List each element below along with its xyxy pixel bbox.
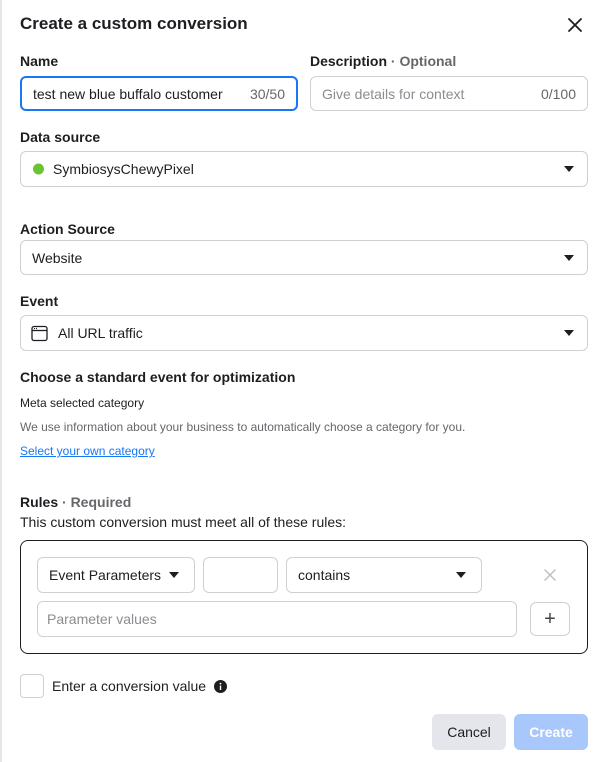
- parameter-values-input[interactable]: Parameter values: [37, 601, 517, 637]
- category-label: Meta selected category: [20, 396, 145, 410]
- parameter-key-input[interactable]: [203, 557, 278, 593]
- rules-description: This custom conversion must meet all of …: [20, 514, 347, 530]
- event-select[interactable]: All URL traffic: [20, 315, 588, 351]
- action-source-value: Website: [32, 249, 83, 266]
- info-icon[interactable]: [213, 680, 227, 693]
- create-custom-conversion-dialog: Create a custom conversion Name test new…: [0, 0, 602, 762]
- data-source-select[interactable]: SymbiosysChewyPixel: [20, 151, 588, 187]
- cancel-button[interactable]: Cancel: [432, 714, 506, 750]
- operator-value: contains: [298, 567, 351, 583]
- category-description: We use information about your business t…: [20, 420, 466, 434]
- select-own-category-link[interactable]: Select your own category: [20, 444, 155, 458]
- conversion-value-label-text: Enter a conversion value: [52, 678, 207, 694]
- rules-required: · Required: [62, 494, 132, 510]
- description-placeholder: Give details for context: [322, 85, 465, 102]
- parameter-values-placeholder: Parameter values: [47, 611, 157, 627]
- name-label: Name: [20, 53, 59, 69]
- dialog-title: Create a custom conversion: [20, 14, 248, 33]
- name-value: test new blue buffalo customer: [33, 85, 223, 102]
- remove-rule-icon[interactable]: [542, 567, 558, 583]
- conversion-value-checkbox[interactable]: [20, 674, 44, 698]
- description-label-text: Description: [310, 53, 388, 69]
- add-value-button[interactable]: +: [530, 602, 570, 636]
- chevron-down-icon: [564, 254, 574, 261]
- status-dot-icon: [33, 163, 44, 175]
- chevron-down-icon: [564, 330, 574, 336]
- description-optional: · Optional: [390, 53, 457, 69]
- data-source-label: Data source: [20, 129, 101, 145]
- name-input[interactable]: test new blue buffalo customer 30/50: [20, 76, 298, 111]
- description-label: Description · Optional: [310, 53, 456, 69]
- name-counter: 30/50: [249, 85, 285, 102]
- plus-icon: +: [544, 608, 556, 630]
- parameter-type-select[interactable]: Event Parameters: [37, 557, 195, 593]
- data-source-value: SymbiosysChewyPixel: [53, 161, 194, 177]
- optimization-heading: Choose a standard event for optimization: [20, 369, 296, 385]
- conversion-value-label: Enter a conversion value: [52, 678, 227, 694]
- description-counter: 0/100: [540, 85, 576, 102]
- chevron-down-icon: [169, 572, 179, 578]
- chevron-down-icon: [564, 166, 574, 172]
- action-source-select[interactable]: Website: [20, 240, 588, 275]
- event-value: All URL traffic: [58, 325, 143, 341]
- rules-label-text: Rules: [20, 494, 59, 510]
- browser-window-icon: [31, 325, 48, 342]
- event-label: Event: [20, 293, 59, 309]
- action-source-label: Action Source: [20, 221, 115, 237]
- operator-select[interactable]: contains: [286, 557, 482, 593]
- rules-label: Rules · Required: [20, 494, 131, 510]
- create-button[interactable]: Create: [514, 714, 588, 750]
- parameter-type-value: Event Parameters: [49, 567, 162, 583]
- chevron-down-icon: [456, 572, 466, 578]
- description-input[interactable]: Give details for context 0/100: [310, 76, 588, 111]
- close-icon[interactable]: [564, 14, 586, 36]
